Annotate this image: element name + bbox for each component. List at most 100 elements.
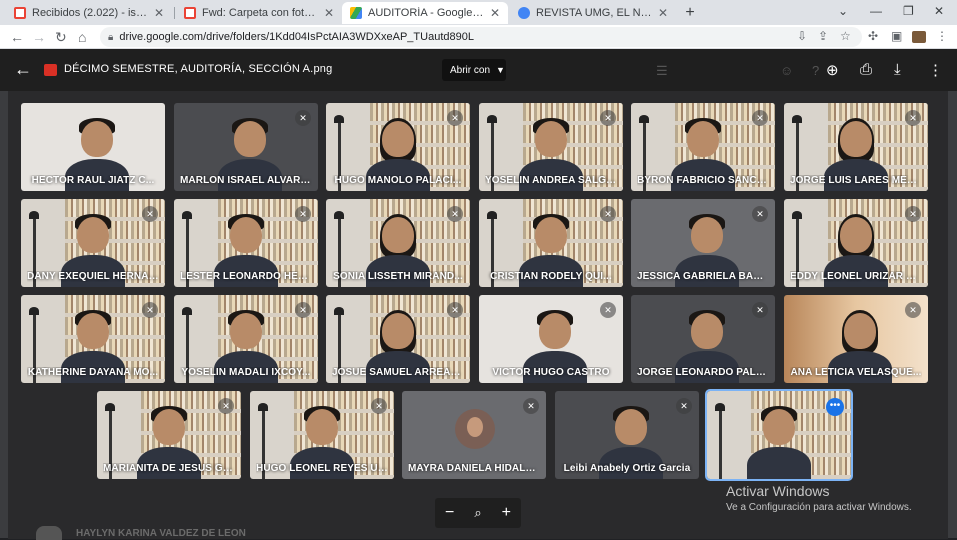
participant-name: VICTOR HUGO CASTRO [492,367,610,378]
person-head [840,217,872,253]
restore-icon[interactable]: ❐ [903,4,914,18]
profile-avatar-icon[interactable] [912,31,926,43]
muted-mic-icon: ✕ [523,398,539,414]
install-icon[interactable]: ⇩ [797,29,807,43]
participant-tile: ✕ JORGE LUIS LARES MEN... [784,103,928,191]
share-icon[interactable]: ⇪ [818,29,828,43]
muted-mic-icon: ✕ [142,206,158,222]
chevron-down-icon: ▼ [496,65,505,75]
viewer-toolbar: ← DÉCIMO SEMESTRE, AUDITORÍA, SECCIÓN A.… [0,49,957,91]
participant-name: ANA LETICIA VELASQUE... [790,367,922,378]
participant-tile: ✕ ANA LETICIA VELASQUE... [784,295,928,383]
tab-gmail-fwd[interactable]: Fwd: Carpeta con fotografías para... ✕ [176,2,342,24]
tab-search-icon[interactable]: ⌄ [838,4,848,18]
drive-image-viewer: ← DÉCIMO SEMESTRE, AUDITORÍA, SECCIÓN A.… [0,49,957,540]
muted-mic-icon: ✕ [905,302,921,318]
image-file-icon [44,64,57,76]
participant-name: HUGO MANOLO PALACI... [334,175,462,186]
person-head [230,217,262,253]
participant-tile: ✕ BYRON FABRICIO SANCH... [631,103,775,191]
magnifier-icon[interactable]: ⌕ [474,505,481,521]
participant-tile: ••• [705,389,853,481]
gmail-icon [14,7,26,19]
muted-mic-icon: ✕ [752,110,768,126]
participant-tile: ✕ YOSELIN MADALI IXCOY... [174,295,318,383]
participant-name: Leibi Anabely Ortiz Garcia [563,463,691,474]
muted-mic-icon: ✕ [295,110,311,126]
tab-drive-auditoria[interactable]: AUDITORÍA - Google Drive ✕ [342,2,508,24]
side-panel-icon[interactable]: ▣ [891,29,902,43]
extensions-icon[interactable]: ✣ [868,29,878,43]
person-head [691,313,723,349]
lock-icon: 🔒︎ [108,31,114,43]
participant-tile: HECTOR RAUL JIATZ C... [21,103,165,191]
tab-gmail-inbox[interactable]: Recibidos (2.022) - isabellanoriega... ✕ [6,2,172,24]
home-icon[interactable]: ⌂ [78,29,86,45]
back-icon[interactable]: ← [10,29,24,45]
tab-revista-umg[interactable]: REVISTA UMG, EL NARANJO - Re... ✕ [510,2,676,24]
file-title: DÉCIMO SEMESTRE, AUDITORÍA, SECCIÓN A.pn… [64,63,333,75]
person-head [844,313,876,349]
new-tab-button[interactable]: + [680,3,700,23]
muted-mic-icon: ✕ [371,398,387,414]
participant-name: DANY EXEQUIEL HERNAN... [27,271,159,282]
back-arrow-icon[interactable]: ← [14,59,32,80]
participant-name: HUGO LEONEL REYES UR... [256,463,388,474]
participant-name: KATHERINE DAYANA MO... [27,367,159,378]
person-head [230,313,262,349]
participant-tile: ✕ MARIANITA DE JESUS GA... [97,391,241,479]
participant-tile: ✕ KATHERINE DAYANA MO... [21,295,165,383]
add-to-drive-icon[interactable]: ⊕ [826,61,839,79]
more-options-icon: ••• [826,398,844,416]
background-participant-name: HAYLYN KARINA VALDEZ DE LEON [76,528,246,539]
person-head [615,409,647,445]
print-icon[interactable]: ⎙ [860,61,872,78]
person-head [382,217,414,253]
person-head [234,121,266,157]
muted-mic-icon: ✕ [905,206,921,222]
open-with-button[interactable]: Abrir con ▼ [442,59,506,81]
activation-title: Activar Windows [726,483,830,499]
participant-avatar [455,409,495,449]
muted-mic-icon: ✕ [447,110,463,126]
participant-tile: ✕ JESSICA GABRIELA BAUT... [631,199,775,287]
minimize-icon[interactable]: — [870,4,882,18]
muted-mic-icon: ✕ [447,302,463,318]
participant-tile: ✕ Leibi Anabely Ortiz Garcia [555,391,699,479]
participant-tile: ✕ VICTOR HUGO CASTRO [479,295,623,383]
bookmark-star-icon[interactable]: ☆ [840,29,851,43]
participant-name: SONIA LISSETH MIRAND... [333,271,463,282]
muted-mic-icon: ✕ [752,302,768,318]
person-head [535,217,567,253]
download-icon[interactable]: ⤓ [894,61,901,78]
activation-subtitle: Ve a Configuración para activar Windows. [726,502,912,513]
help-icon: ? [812,63,820,78]
reload-icon[interactable]: ↻ [55,29,67,45]
tab-label: REVISTA UMG, EL NARANJO - Re... [536,7,652,19]
participant-name: JESSICA GABRIELA BAUT... [637,271,769,282]
zoom-controls: − ⌕ + [435,498,521,528]
person-head [77,217,109,253]
muted-mic-icon: ✕ [905,110,921,126]
close-icon[interactable]: ✕ [658,6,668,20]
participant-name: JORGE LEONARDO PALE... [637,367,769,378]
forward-icon[interactable]: → [32,29,46,45]
close-window-icon[interactable]: ✕ [934,4,944,18]
close-icon[interactable]: ✕ [154,6,164,20]
close-icon[interactable]: ✕ [490,6,500,20]
person-body [747,447,811,479]
menu-kebab-icon[interactable]: ⋮ [936,29,948,43]
more-options-icon[interactable]: ⋮ [928,61,943,79]
url-omnibox[interactable]: 🔒︎ drive.google.com/drive/folders/1Kdd04… [100,27,862,47]
participant-name: LESTER LEONARDO HER... [180,271,312,282]
muted-mic-icon: ✕ [295,206,311,222]
participant-tile: ✕ JORGE LEONARDO PALE... [631,295,775,383]
zoom-out-button[interactable]: − [445,504,454,522]
close-icon[interactable]: ✕ [324,6,334,20]
participant-name: MARLON ISRAEL ALVARA... [180,175,312,186]
zoom-in-button[interactable]: + [502,504,511,522]
person-head [153,409,185,445]
participant-name: CRISTIAN RODELY QUI... [490,271,612,282]
chrome-icon [518,7,530,19]
muted-mic-icon: ✕ [447,206,463,222]
